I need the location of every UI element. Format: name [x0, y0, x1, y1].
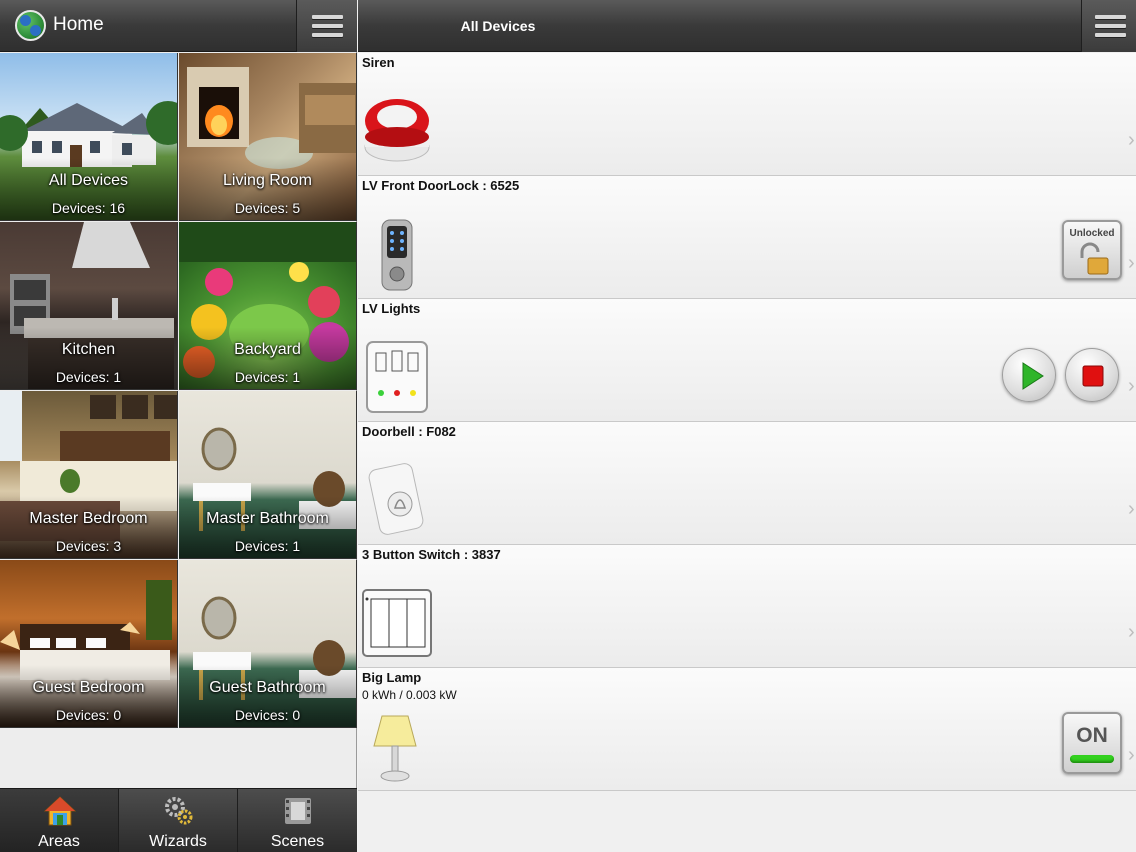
area-device-count: Devices: 0 [234, 707, 301, 723]
menu-icon [1095, 15, 1126, 37]
lock-state-label: Unlocked [1069, 228, 1115, 239]
unlocked-padlock-icon [1080, 242, 1109, 275]
chevron-right-icon: › [1128, 744, 1135, 766]
area-device-count: Devices: 1 [55, 369, 122, 385]
device-name: LV Front DoorLock : 6525 [362, 178, 520, 193]
stop-button[interactable] [1065, 348, 1119, 402]
area-device-count: Devices: 1 [234, 369, 301, 385]
left-menu-button[interactable] [296, 0, 357, 52]
tab-label: Scenes [270, 833, 325, 850]
light-switch-panel-icon [366, 341, 428, 413]
device-row-doorbell[interactable]: Doorbell : F082 › [358, 422, 1136, 545]
area-name: Kitchen [61, 341, 116, 358]
area-tile-backyard[interactable]: Backyard Devices: 1 [179, 222, 357, 390]
three-button-switch-icon [362, 589, 432, 657]
area-tile-master-bathroom[interactable]: Master Bathroom Devices: 1 [179, 391, 357, 559]
device-name: Siren [362, 55, 395, 70]
tab-areas[interactable]: Areas [0, 789, 119, 852]
chevron-right-icon: › [1128, 498, 1135, 520]
area-tile-kitchen[interactable]: Kitchen Devices: 1 [0, 222, 178, 390]
tab-label: Areas [38, 833, 80, 850]
area-tile-living-room[interactable]: Living Room Devices: 5 [179, 53, 357, 221]
area-device-count: Devices: 3 [55, 538, 122, 554]
area-name: Guest Bathroom [209, 679, 326, 696]
area-name: Living Room [223, 172, 312, 189]
area-tile-all-devices[interactable]: All Devices Devices: 16 [0, 53, 178, 221]
device-name: Doorbell : F082 [362, 424, 456, 439]
play-button[interactable] [1002, 348, 1056, 402]
device-row-front-doorlock[interactable]: LV Front DoorLock : 6525 › [358, 176, 1136, 299]
menu-icon [312, 15, 343, 37]
device-name: LV Lights [362, 301, 421, 316]
area-name: Master Bedroom [29, 510, 148, 527]
area-device-count: Devices: 5 [234, 200, 301, 216]
right-header-bar: All Devices [358, 0, 1136, 52]
doorbell-icon [368, 463, 424, 535]
bottom-tab-bar: Areas Wizards Scenes [0, 788, 357, 852]
lamp-state-label: ON [1076, 724, 1108, 747]
gears-icon [165, 797, 193, 825]
door-lock-icon [381, 219, 413, 291]
device-name: Big Lamp [362, 670, 422, 685]
area-device-count: Devices: 0 [55, 707, 122, 723]
lock-toggle-button[interactable]: Unlocked [1062, 220, 1122, 280]
area-name: All Devices [48, 172, 129, 189]
app-logo-icon[interactable] [15, 10, 46, 41]
devices-pane: All Devices Siren › LV Front DoorLock: … [358, 0, 1136, 852]
chevron-right-icon: › [1128, 129, 1135, 151]
area-device-count: Devices: 1 [234, 538, 301, 554]
chevron-right-icon: › [1128, 252, 1135, 274]
tab-scenes[interactable]: Scenes [238, 789, 357, 852]
device-list: Siren › LV Front DoorLock : 6525 › LV Li… [358, 53, 1136, 791]
area-name: Guest Bedroom [32, 679, 145, 696]
house-icon [44, 796, 76, 826]
device-row-3-button-switch[interactable]: 3 Button Switch : 3837 › [358, 545, 1136, 668]
area-tile-guest-bathroom[interactable]: Guest Bathroom Devices: 0 [179, 560, 357, 728]
device-energy-reading: 0 kWh / 0.003 kW [362, 688, 457, 702]
lamp-icon [373, 715, 417, 782]
area-name: Master Bathroom [206, 510, 329, 527]
section-title: All Devices [460, 18, 536, 34]
home-title: Home [53, 14, 104, 35]
device-row-siren[interactable]: Siren › [358, 53, 1136, 176]
stop-icon [1082, 365, 1104, 387]
areas-grid: All Devices Devices: 16 Living Room Devi… [0, 53, 357, 728]
film-icon [285, 798, 311, 824]
areas-pane: Home All Devices Devices: 16 Living Room… [0, 0, 357, 852]
area-name: Backyard [234, 341, 301, 358]
chevron-right-icon: › [1128, 375, 1135, 397]
tab-label: Wizards [149, 833, 207, 850]
area-device-count: Devices: 16 [51, 200, 126, 216]
app-root: Home All Devices Devices: 16 Living Room… [0, 0, 1136, 852]
device-name: 3 Button Switch : 3837 [362, 547, 501, 562]
device-row-lv-lights[interactable]: LV Lights › [358, 299, 1136, 422]
chevron-right-icon: › [1128, 621, 1135, 643]
left-header-bar: Home [0, 0, 357, 52]
area-tile-guest-bedroom[interactable]: Guest Bedroom Devices: 0 [0, 560, 178, 728]
tab-wizards[interactable]: Wizards [119, 789, 238, 852]
area-tile-master-bedroom[interactable]: Master Bedroom Devices: 3 [0, 391, 178, 559]
on-indicator-bar [1070, 755, 1114, 763]
siren-icon [364, 99, 430, 162]
device-row-big-lamp[interactable]: Big Lamp 0 kWh / 0.003 kW › [358, 668, 1136, 791]
play-icon [1022, 362, 1044, 390]
right-menu-button[interactable] [1081, 0, 1136, 52]
lamp-on-toggle-button[interactable]: ON [1062, 712, 1122, 774]
